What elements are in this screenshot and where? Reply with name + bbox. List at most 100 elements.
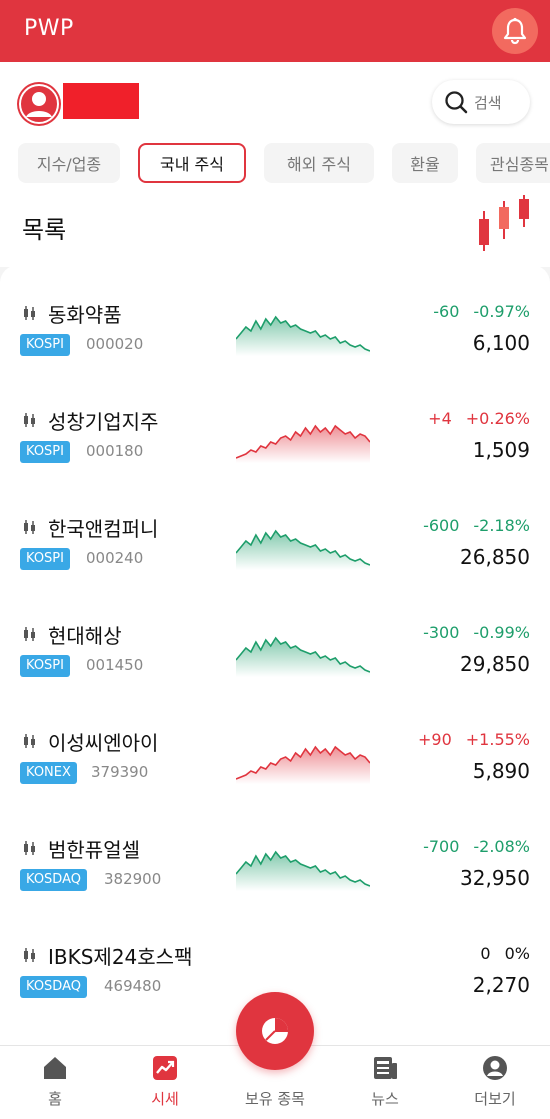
nav-holdings-label: 보유 종목 bbox=[245, 1090, 305, 1108]
sparkline-chart bbox=[236, 636, 370, 677]
top-app-bar: PWP bbox=[0, 0, 550, 62]
nav-more[interactable]: 더보기 bbox=[440, 1046, 550, 1119]
candle-icon bbox=[24, 841, 35, 855]
change-percent: +1.55% bbox=[465, 730, 530, 749]
nav-market[interactable]: 시세 bbox=[110, 1046, 220, 1119]
change-amount: -60 bbox=[433, 302, 460, 321]
price-change: +4 +0.26% bbox=[414, 409, 530, 428]
change-amount: -600 bbox=[423, 516, 460, 535]
change-percent: -0.99% bbox=[473, 623, 530, 642]
avatar[interactable] bbox=[17, 82, 61, 126]
user-icon bbox=[19, 84, 59, 124]
stock-list: 동화약품 KOSPI 000020 -60 -0.97% 6,100 성창기업지주… bbox=[0, 265, 550, 1045]
nav-home-label: 홈 bbox=[48, 1090, 62, 1108]
chart-icon bbox=[153, 1056, 177, 1080]
change-percent: -2.08% bbox=[473, 837, 530, 856]
price-change: -700 -2.08% bbox=[409, 837, 530, 856]
stock-name: 성창기업지주 bbox=[48, 410, 159, 434]
nav-news[interactable]: 뉴스 bbox=[330, 1046, 440, 1119]
change-amount: 0 bbox=[480, 944, 491, 963]
nav-home[interactable]: 홈 bbox=[0, 1046, 110, 1119]
change-percent: -2.18% bbox=[473, 516, 530, 535]
change-amount: -300 bbox=[423, 623, 460, 642]
search-label: 검색 bbox=[474, 93, 502, 112]
sparkline-chart bbox=[236, 745, 370, 784]
nav-more-label: 더보기 bbox=[474, 1090, 516, 1108]
category-tabs: 지수/업종 국내 주식 해외 주식 환율 관심종목 bbox=[18, 143, 550, 187]
holdings-fab[interactable] bbox=[236, 992, 314, 1070]
price-change: -60 -0.97% bbox=[419, 302, 530, 321]
candle-icon bbox=[24, 520, 35, 534]
change-amount: -700 bbox=[423, 837, 460, 856]
list-title: 목록 bbox=[22, 216, 67, 244]
nav-news-label: 뉴스 bbox=[371, 1090, 399, 1108]
stock-price: 29,850 bbox=[460, 652, 530, 676]
candle-icon bbox=[24, 948, 35, 962]
stock-price: 2,270 bbox=[472, 973, 530, 997]
market-badge: KOSDAQ bbox=[20, 869, 87, 891]
stock-name: IBKS제24호스팩 bbox=[48, 945, 193, 969]
stock-code: 000020 bbox=[86, 335, 144, 353]
tab-index-sector[interactable]: 지수/업종 bbox=[18, 143, 120, 183]
stock-row[interactable]: 이성씨엔아이 KONEX 379390 +90 +1.55% 5,890 bbox=[0, 703, 550, 810]
stock-code: 001450 bbox=[86, 656, 144, 674]
stock-name: 한국앤컴퍼니 bbox=[48, 517, 159, 541]
candle-icon bbox=[24, 413, 35, 427]
change-amount: +4 bbox=[428, 409, 452, 428]
tab-foreign-stocks[interactable]: 해외 주식 bbox=[264, 143, 374, 183]
stock-row[interactable]: 한국앤컴퍼니 KOSPI 000240 -600 -2.18% 26,850 bbox=[0, 489, 550, 596]
home-icon bbox=[44, 1057, 66, 1079]
sparkline-chart bbox=[236, 424, 370, 463]
stock-code: 469480 bbox=[104, 977, 162, 995]
candle-icon bbox=[24, 627, 35, 641]
profile-icon bbox=[483, 1056, 507, 1080]
price-change: -600 -2.18% bbox=[409, 516, 530, 535]
market-badge: KOSPI bbox=[20, 548, 70, 570]
news-icon bbox=[374, 1057, 397, 1079]
change-percent: +0.26% bbox=[465, 409, 530, 428]
tab-watchlist[interactable]: 관심종목 bbox=[476, 143, 550, 183]
stock-price: 26,850 bbox=[460, 545, 530, 569]
nav-market-label: 시세 bbox=[151, 1090, 179, 1108]
sparkline-chart bbox=[236, 850, 370, 891]
price-change: +90 +1.55% bbox=[404, 730, 530, 749]
market-badge: KONEX bbox=[20, 762, 77, 784]
stock-row[interactable]: 성창기업지주 KOSPI 000180 +4 +0.26% 1,509 bbox=[0, 382, 550, 489]
market-badge: KOSPI bbox=[20, 441, 70, 463]
stock-price: 1,509 bbox=[472, 438, 530, 462]
stock-row[interactable]: 범한퓨얼셀 KOSDAQ 382900 -700 -2.08% 32,950 bbox=[0, 810, 550, 917]
tab-domestic-stocks[interactable]: 국내 주식 bbox=[138, 143, 246, 183]
stock-row[interactable]: 현대해상 KOSPI 001450 -300 -0.99% 29,850 bbox=[0, 596, 550, 703]
price-change: 0 0% bbox=[466, 944, 530, 963]
market-badge: KOSPI bbox=[20, 655, 70, 677]
price-change: -300 -0.99% bbox=[409, 623, 530, 642]
redacted-username bbox=[63, 83, 139, 119]
notification-button[interactable] bbox=[492, 8, 538, 54]
stock-price: 32,950 bbox=[460, 866, 530, 890]
stock-name: 현대해상 bbox=[48, 624, 122, 648]
stock-price: 6,100 bbox=[472, 331, 530, 355]
app-title: PWP bbox=[24, 16, 74, 41]
stock-code: 379390 bbox=[91, 763, 149, 781]
pie-chart-icon bbox=[262, 1018, 288, 1044]
sparkline-chart bbox=[236, 315, 370, 356]
search-icon bbox=[445, 91, 468, 114]
tab-exchange-rate[interactable]: 환율 bbox=[392, 143, 458, 183]
stock-name: 동화약품 bbox=[48, 303, 122, 327]
stock-code: 000180 bbox=[86, 442, 144, 460]
candle-icon bbox=[24, 734, 35, 748]
bell-icon bbox=[503, 17, 527, 45]
search-button[interactable]: 검색 bbox=[432, 80, 530, 124]
stock-row[interactable]: 동화약품 KOSPI 000020 -60 -0.97% 6,100 bbox=[0, 275, 550, 382]
change-percent: -0.97% bbox=[473, 302, 530, 321]
stock-name: 범한퓨얼셀 bbox=[48, 838, 140, 862]
market-badge: KOSDAQ bbox=[20, 976, 87, 998]
stock-name: 이성씨엔아이 bbox=[48, 731, 159, 755]
stock-price: 5,890 bbox=[472, 759, 530, 783]
candle-icon bbox=[24, 306, 35, 320]
market-badge: KOSPI bbox=[20, 334, 70, 356]
stock-code: 000240 bbox=[86, 549, 144, 567]
change-amount: +90 bbox=[418, 730, 452, 749]
candlestick-illustration-icon bbox=[479, 195, 529, 251]
change-percent: 0% bbox=[504, 944, 530, 963]
